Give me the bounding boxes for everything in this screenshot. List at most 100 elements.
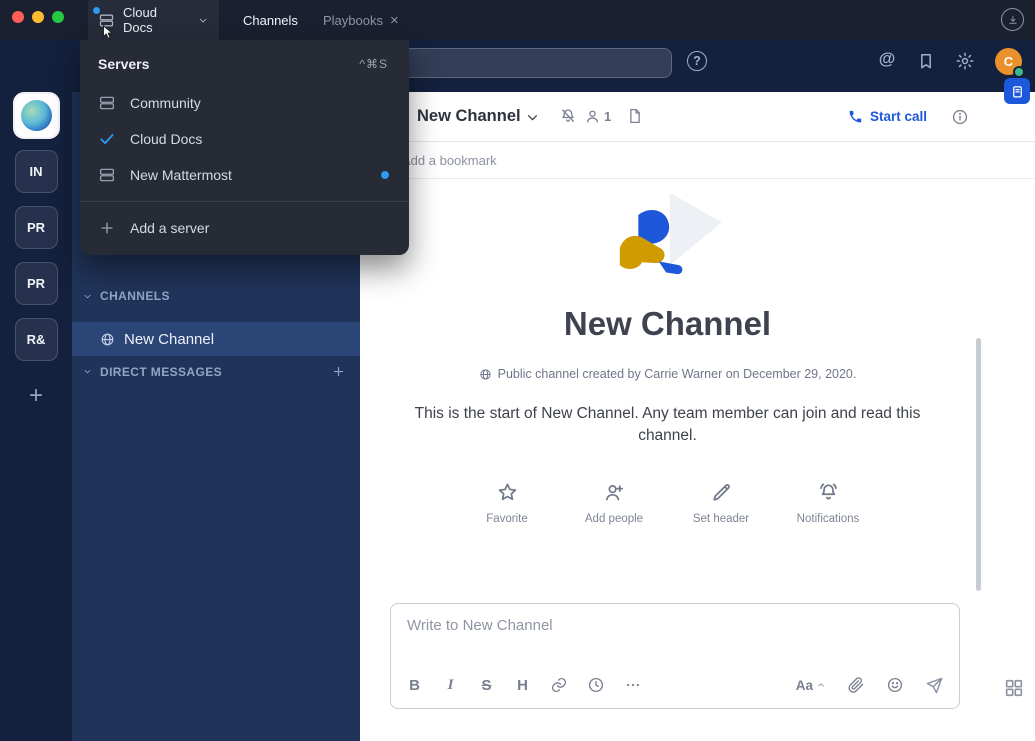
channel-item-new-channel[interactable]: New Channel [72,322,360,356]
channel-intro-illustration [593,189,743,291]
online-status-badge [1013,66,1025,78]
avatar-initial: C [1004,54,1013,69]
server-icon [98,94,116,112]
favorite-button[interactable]: Favorite [461,481,554,525]
more-formatting-icon[interactable] [624,676,642,694]
close-window-button[interactable] [12,11,24,23]
bell-icon [817,481,840,504]
channels-category-label: CHANNELS [100,289,170,303]
strikethrough-icon[interactable]: S [478,677,495,694]
add-team-button[interactable]: + [15,374,58,417]
channel-intro-description: This is the start of New Channel. Any te… [388,403,948,448]
server-item-label: Cloud Docs [130,131,202,147]
apps-grid-icon[interactable] [1003,677,1025,699]
dm-category-label: DIRECT MESSAGES [100,365,222,379]
channel-intro-title: New Channel [360,305,975,343]
channel-name-label: New Channel [124,331,214,348]
channel-header: New Channel 1 Start call [360,92,1035,142]
mentions-icon[interactable]: @ [877,49,897,69]
bookmarks-bar: Add a bookmark [360,142,1035,179]
server-item-new-mattermost[interactable]: New Mattermost [80,157,409,193]
member-count: 1 [604,109,611,124]
channel-title-dropdown[interactable]: New Channel [417,92,541,141]
team-item-active[interactable] [15,94,58,137]
link-icon[interactable] [550,676,568,694]
members-icon [584,108,601,125]
mouse-cursor [99,21,117,44]
add-bookmark-button[interactable]: Add a bookmark [402,153,497,168]
bold-icon[interactable]: B [406,677,423,694]
server-item-label: New Mattermost [130,167,232,183]
tab-playbooks[interactable]: Playbooks × [323,0,399,40]
team-item-in[interactable]: IN [15,150,58,193]
team-initials: IN [30,164,43,179]
close-tab-icon[interactable]: × [390,13,399,28]
notifications-button[interactable]: Notifications [782,481,875,525]
server-name-label: Cloud Docs [123,5,187,35]
notifications-label: Notifications [797,513,860,525]
channel-files-icon[interactable] [626,107,644,125]
tab-channels[interactable]: Channels [243,0,298,40]
saved-posts-icon[interactable] [916,51,936,71]
server-item-cloud-docs[interactable]: Cloud Docs [80,121,409,157]
muted-bell-icon[interactable] [559,107,577,125]
send-icon[interactable] [925,676,944,695]
emoji-icon[interactable] [886,676,904,694]
servers-dropdown-menu: Servers ^⌘S Community Cloud Docs New Mat… [80,40,409,255]
chevron-down-icon [524,109,541,126]
message-input[interactable] [391,604,959,648]
servers-menu-header: Servers ^⌘S [80,40,409,85]
zoom-window-button[interactable] [52,11,64,23]
tab-playbooks-label: Playbooks [323,13,383,28]
add-people-button[interactable]: Add people [568,481,661,525]
italic-icon[interactable]: I [442,677,459,694]
format-toggle-label: Aa [796,678,813,693]
channel-intro: New Channel Public channel created by Ca… [360,189,975,525]
pencil-icon [710,481,733,504]
unread-dot [93,7,100,14]
chevron-icon [82,366,93,377]
tab-channels-label: Channels [243,13,298,28]
clock-icon[interactable] [587,676,605,694]
composer-toolbar-right: Aa [796,676,944,695]
add-server-button[interactable]: Add a server [80,210,409,246]
unread-dot [381,171,389,179]
channel-intro-actions: Favorite Add people Set header [360,481,975,525]
team-initials: PR [27,220,45,235]
direct-messages-category-header[interactable]: DIRECT MESSAGES [82,364,346,379]
globe-icon [100,332,115,347]
set-header-button[interactable]: Set header [675,481,768,525]
channel-info-icon[interactable] [951,108,969,126]
channel-members-button[interactable]: 1 [584,92,611,141]
team-sidebar: IN PR PR R& + [0,92,72,741]
avatar[interactable]: C [995,48,1022,75]
settings-gear-icon[interactable] [955,51,975,71]
composer-toolbar: B I S H Aa [406,670,944,700]
download-update-icon[interactable] [1001,8,1024,31]
help-icon[interactable]: ? [687,51,707,71]
server-icon [98,166,116,184]
team-initials: R& [27,332,46,347]
clipboard-panel-icon[interactable] [1004,78,1030,104]
start-call-label: Start call [870,109,927,124]
chevron-icon [82,291,93,302]
channel-header-right: Start call [848,92,969,141]
start-call-button[interactable]: Start call [848,109,927,124]
channels-category-header[interactable]: CHANNELS [82,289,170,303]
servers-menu-shortcut: ^⌘S [359,57,388,71]
add-direct-message-icon[interactable] [331,364,346,379]
server-item-community[interactable]: Community [80,85,409,121]
scrollbar[interactable] [976,338,981,591]
team-item-r[interactable]: R& [15,318,58,361]
heading-icon[interactable]: H [514,677,531,694]
chevron-up-icon [816,680,826,690]
format-toggle-button[interactable]: Aa [796,678,826,693]
team-item-pr1[interactable]: PR [15,206,58,249]
team-item-pr2[interactable]: PR [15,262,58,305]
team-initials: PR [27,276,45,291]
attachment-paperclip-icon[interactable] [847,676,865,694]
menu-divider [80,201,409,202]
channel-title-label: New Channel [417,107,521,126]
channel-created-text: Public channel created by Carrie Warner … [498,367,857,381]
minimize-window-button[interactable] [32,11,44,23]
